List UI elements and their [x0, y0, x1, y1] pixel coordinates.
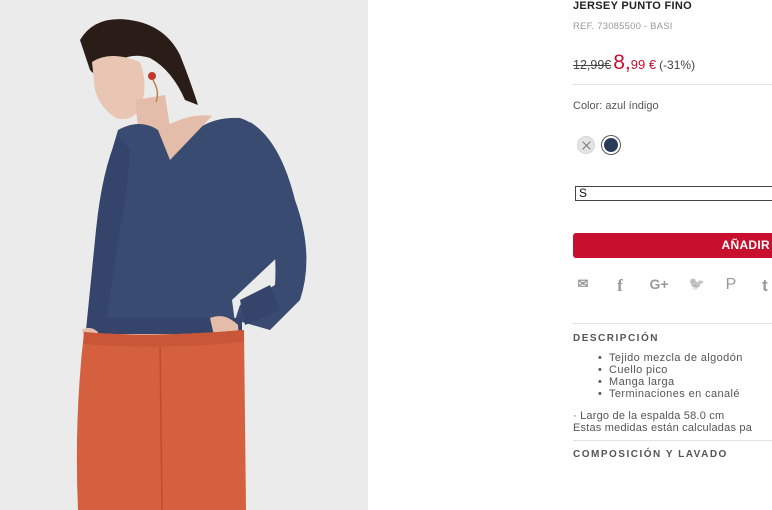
- add-to-cart-button[interactable]: AÑADIR: [573, 233, 772, 258]
- product-title: JERSEY PUNTO FINO: [573, 0, 692, 12]
- divider: [573, 440, 772, 441]
- divider: [573, 323, 772, 324]
- sale-price-cents: 99 €: [630, 57, 657, 72]
- list-item: Terminaciones en canalé: [598, 388, 743, 400]
- product-image[interactable]: [0, 0, 368, 510]
- old-price: 12,99€: [573, 58, 612, 72]
- product-info-panel: JERSEY PUNTO FINO REF. 73085500 - BASI 1…: [573, 0, 772, 510]
- list-item: Cuello pico: [598, 364, 743, 376]
- composition-heading[interactable]: COMPOSICIÓN Y LAVADO: [573, 449, 728, 460]
- list-item: Manga larga: [598, 376, 743, 388]
- size-select[interactable]: S: [575, 186, 772, 201]
- pinterest-icon[interactable]: P: [724, 276, 738, 294]
- discount-percent: (-31%): [659, 58, 696, 72]
- product-reference: REF. 73085500 - BASI: [573, 21, 673, 32]
- description-list: Tejido mezcla de algodón Cuello pico Man…: [598, 352, 743, 400]
- measure-note-text: Estas medidas están calculadas pa: [573, 422, 753, 434]
- divider: [573, 84, 772, 85]
- color-label: Color: azul índigo: [573, 100, 659, 112]
- description-heading[interactable]: DESCRIPCIÓN: [573, 333, 659, 344]
- sale-price: 8,: [613, 51, 631, 74]
- mail-icon[interactable]: ✉: [573, 276, 593, 292]
- back-length-text: · Largo de la espalda 58.0 cm: [573, 410, 725, 422]
- price-row: 12,99€8,99 € (-31%): [573, 51, 695, 75]
- facebook-icon[interactable]: f: [613, 276, 627, 296]
- list-item: Tejido mezcla de algodón: [598, 352, 743, 364]
- tumblr-icon[interactable]: t: [759, 276, 771, 296]
- model-illustration: [0, 0, 368, 510]
- color-swatch-azul-indigo[interactable]: [602, 136, 620, 154]
- twitter-icon[interactable]: 🐦: [688, 276, 706, 292]
- color-swatch-unavailable[interactable]: [577, 136, 595, 154]
- google-plus-icon[interactable]: G+: [646, 276, 672, 292]
